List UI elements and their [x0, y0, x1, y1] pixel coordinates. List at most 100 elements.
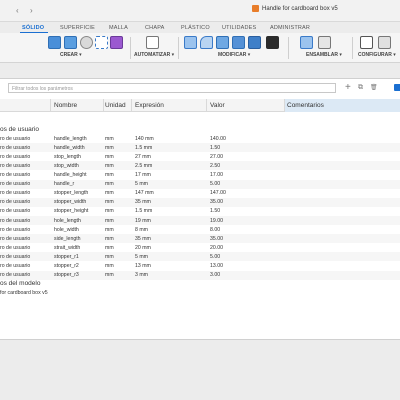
cell-expression[interactable]: 17 mm	[135, 172, 151, 178]
table-row[interactable]: ro de usuario stopper_r1 mm 5 mm 5.00	[0, 252, 400, 262]
group-crear[interactable]: CREAR ▾	[60, 52, 82, 58]
table-row[interactable]: ro de usuario handle_r mm 5 mm 5.00	[0, 179, 400, 189]
cell-expression[interactable]: 35 mm	[135, 236, 151, 242]
cell-unit: mm	[105, 263, 114, 269]
cell-expression[interactable]: 27 mm	[135, 154, 151, 160]
tab-superficie[interactable]: SUPERFICIE	[60, 25, 95, 31]
cell-type: ro de usuario	[0, 172, 31, 178]
cell-unit: mm	[105, 144, 114, 151]
table-row[interactable]: for cardboard box v5	[0, 289, 400, 298]
cell-model-component: for cardboard box v5	[0, 290, 48, 297]
cell-expression[interactable]: 20 mm	[135, 245, 151, 251]
tab-solido[interactable]: SÓLIDO	[22, 25, 44, 31]
table-row[interactable]: ro de usuario hole_length mm 19 mm 19.00	[0, 216, 400, 226]
cell-expression[interactable]: 2.5 mm	[135, 163, 152, 169]
cell-value: 140.00	[210, 135, 226, 142]
table-row[interactable]: ro de usuario side_length mm 35 mm 35.00	[0, 234, 400, 244]
cell-value: 17.00	[210, 172, 223, 178]
cell-name: hole_width	[54, 226, 79, 233]
cell-unit: mm	[105, 272, 114, 279]
table-row[interactable]: ro de usuario handle_width mm 1.5 mm 1.50	[0, 143, 400, 153]
tab-administrar[interactable]: ADMINISTRAR	[270, 25, 310, 31]
table-row[interactable]: ro de usuario stop_length mm 27 mm 27.00	[0, 152, 400, 161]
section-header[interactable]: os de usuario	[0, 125, 400, 134]
parameters-icon[interactable]	[360, 36, 373, 49]
cell-expression[interactable]: 35 mm	[135, 199, 151, 205]
cell-value: 1.50	[210, 208, 221, 215]
joint-icon[interactable]	[318, 36, 331, 49]
tab-utilidades[interactable]: UTILIDADES	[222, 25, 256, 31]
table-row[interactable]: ro de usuario stopper_r3 mm 3 mm 3.00	[0, 270, 400, 280]
cell-type: ro de usuario	[0, 235, 31, 242]
cell-name: stopper_r2	[54, 263, 79, 269]
table-header: Nombre Unidad Expresión Valor Comentario…	[0, 99, 400, 112]
section-header[interactable]: os del modelo	[0, 280, 400, 289]
column-expresion[interactable]: Expresión	[135, 102, 164, 109]
group-automatizar[interactable]: AUTOMATIZAR ▾	[134, 52, 174, 58]
favorites-checkbox[interactable]	[394, 84, 400, 91]
insert-icon[interactable]	[110, 36, 123, 49]
cell-expression[interactable]: 140 mm	[135, 136, 154, 142]
cell-expression[interactable]: 147 mm	[135, 190, 154, 196]
column-comentarios[interactable]: Comentarios	[287, 102, 324, 109]
table-row[interactable]: ro de usuario hole_width mm 8 mm 8.00	[0, 225, 400, 234]
tab-malla[interactable]: MALLA	[109, 25, 128, 31]
cell-expression[interactable]: 13 mm	[135, 263, 151, 269]
table-row[interactable]: ro de usuario stopper_height mm 1.5 mm 1.50	[0, 207, 400, 216]
add-parameter-icon[interactable]: +	[345, 82, 351, 93]
cell-expression[interactable]: 5 mm	[135, 181, 148, 187]
cell-name: stop_width	[54, 162, 79, 169]
form-icon[interactable]	[95, 36, 108, 49]
shell-icon[interactable]	[232, 36, 245, 49]
cell-name: stopper_r1	[54, 253, 79, 260]
forward-icon[interactable]: ›	[30, 6, 33, 15]
new-component-assemble-icon[interactable]	[300, 36, 313, 49]
tab-plastico[interactable]: PLÁSTICO	[181, 25, 210, 31]
table-row[interactable]: ro de usuario stopper_length mm 147 mm 147.0…	[0, 189, 400, 198]
cell-value: 147.00	[210, 190, 226, 197]
configure-icon[interactable]	[378, 36, 391, 49]
revolve-icon[interactable]	[80, 36, 93, 49]
move-copy-icon[interactable]	[266, 36, 279, 49]
cell-expression[interactable]: 1.5 mm	[135, 145, 152, 151]
divider	[130, 37, 131, 59]
cell-unit: mm	[105, 253, 114, 260]
column-nombre[interactable]: Nombre	[54, 102, 77, 109]
table-row[interactable]: ro de usuario handle_length mm 140 mm 140.00	[0, 134, 400, 143]
chamfer-icon[interactable]	[216, 36, 229, 49]
table-row[interactable]: ro de usuario stopper_r2 mm 13 mm 13.00	[0, 262, 400, 271]
cell-type: ro de usuario	[0, 226, 31, 233]
cell-name: handle_width	[54, 144, 85, 151]
group-ensamblar[interactable]: ENSAMBLAR ▾	[306, 52, 342, 58]
cell-expression[interactable]: 5 mm	[135, 254, 148, 260]
parameter-filter-input[interactable]: Filtrar todos los parámetros	[8, 83, 336, 93]
cell-type: ro de usuario	[0, 244, 31, 251]
back-icon[interactable]: ‹	[16, 6, 19, 15]
cell-unit: mm	[105, 190, 114, 197]
table-row[interactable]: ro de usuario stop_width mm 2.5 mm 2.50	[0, 161, 400, 171]
group-configurar[interactable]: CONFIGURAR ▾	[358, 52, 396, 58]
extrude-icon[interactable]	[64, 36, 77, 49]
cell-expression[interactable]: 8 mm	[135, 227, 148, 233]
cell-expression[interactable]: 19 mm	[135, 218, 151, 224]
cell-value: 2.50	[210, 162, 221, 169]
cell-type: ro de usuario	[0, 144, 31, 151]
column-valor[interactable]: Valor	[210, 102, 225, 109]
divider	[288, 37, 289, 59]
delete-parameter-icon[interactable]: 🗑	[370, 84, 378, 91]
cell-expression[interactable]: 3 mm	[135, 272, 148, 278]
fillet-icon[interactable]	[200, 36, 213, 49]
copy-parameter-icon[interactable]: ⧉	[358, 84, 363, 92]
press-pull-icon[interactable]	[184, 36, 197, 49]
automate-icon[interactable]	[146, 36, 159, 49]
combine-icon[interactable]	[248, 36, 261, 49]
cell-expression[interactable]: 1.5 mm	[135, 208, 152, 214]
column-unidad[interactable]: Unidad	[105, 102, 126, 109]
tab-chapa[interactable]: CHAPA	[145, 25, 165, 31]
table-row[interactable]: ro de usuario stopper_width mm 35 mm 35.00	[0, 197, 400, 207]
section-label: os de usuario	[0, 125, 40, 133]
table-row[interactable]: ro de usuario strait_width mm 20 mm 20.00	[0, 243, 400, 252]
new-component-icon[interactable]	[48, 36, 61, 49]
table-row[interactable]: ro de usuario handle_height mm 17 mm 17.00	[0, 171, 400, 180]
group-modificar[interactable]: MODIFICAR ▾	[218, 52, 250, 58]
